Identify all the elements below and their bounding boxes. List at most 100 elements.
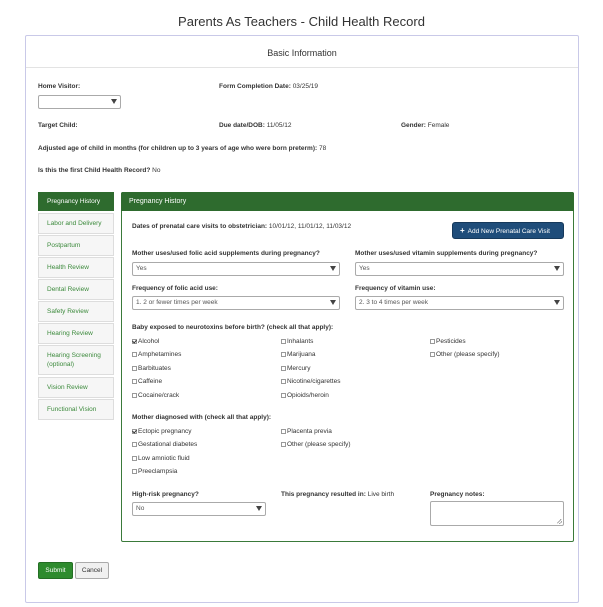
sidebar-item-safety-review[interactable]: Safety Review (38, 301, 114, 322)
first-record-label: Is this the first Child Health Record? (38, 167, 151, 174)
gender-field: Gender: Female (401, 122, 449, 129)
checkbox-diagnosed-other[interactable]: Other (please specify) (281, 441, 351, 448)
checkbox-cocaine[interactable]: Cocaine/crack (132, 392, 179, 399)
sidebar-item-hearing-review[interactable]: Hearing Review (38, 323, 114, 344)
sidebar-item-label: Hearing Review (47, 330, 93, 337)
folic-value: Yes (136, 265, 147, 272)
checkbox-label: Caffeine (138, 378, 163, 385)
checkbox-label: Low amniotic fluid (138, 455, 190, 462)
checkbox-ectopic[interactable]: Ectopic pregnancy (132, 428, 191, 435)
section-divider (26, 67, 578, 68)
due-date-field: Due date/DOB: 11/05/12 (219, 122, 292, 129)
cancel-button[interactable]: Cancel (75, 562, 109, 579)
checkbox-amphetamines[interactable]: Amphetamines (132, 351, 181, 358)
checkbox-mercury[interactable]: Mercury (281, 365, 310, 372)
checkbox-label: Inhalants (287, 338, 314, 345)
checkbox-icon (281, 429, 286, 434)
checkbox-marijuana[interactable]: Marijuana (281, 351, 316, 358)
checkbox-icon (281, 366, 286, 371)
checkbox-icon (132, 442, 137, 447)
first-record-value: No (152, 167, 161, 174)
checkbox-gestational-diabetes[interactable]: Gestational diabetes (132, 441, 197, 448)
due-date-value: 11/05/12 (266, 122, 292, 129)
checkbox-alcohol[interactable]: Alcohol (132, 338, 159, 345)
checkbox-icon (281, 339, 286, 344)
target-child-field: Target Child: (38, 122, 78, 129)
gender-label: Gender: (401, 122, 426, 129)
checkbox-placenta-previa[interactable]: Placenta previa (281, 428, 332, 435)
sidebar-item-health-review[interactable]: Health Review (38, 257, 114, 278)
checkbox-icon (281, 352, 286, 357)
chevron-down-icon (256, 506, 262, 511)
checkbox-neurotoxin-other[interactable]: Other (please specify) (430, 351, 500, 358)
prenatal-dates-label: Dates of prenatal care visits to obstetr… (132, 223, 268, 230)
add-prenatal-visit-label: Add New Prenatal Care Visit (467, 228, 550, 235)
vitamin-select[interactable]: Yes (355, 262, 564, 276)
sidebar-item-label: Hearing Screening (optional) (47, 352, 101, 368)
sidebar-item-label: Safety Review (47, 308, 89, 315)
diagnosed-label: Mother diagnosed with (check all that ap… (132, 414, 272, 421)
vitamin-label: Mother uses/used vitamin supplements dur… (355, 250, 538, 257)
checkbox-label: Gestational diabetes (138, 441, 198, 448)
checkbox-icon (132, 429, 137, 434)
pregnancy-notes-textarea[interactable] (430, 501, 564, 526)
form-completion-label: Form Completion Date: (219, 83, 291, 90)
checkbox-label: Ectopic pregnancy (138, 428, 192, 435)
checkbox-label: Other (please specify) (436, 351, 500, 358)
checkbox-label: Pesticides (436, 338, 466, 345)
checkbox-icon (430, 352, 435, 357)
checkbox-label: Nicotine/cigarettes (287, 378, 341, 385)
folic-freq-select[interactable]: 1. 2 or fewer times per week (132, 296, 340, 310)
checkbox-icon (281, 379, 286, 384)
high-risk-select[interactable]: No (132, 502, 266, 516)
gender-value: Female (427, 122, 450, 129)
chevron-down-icon (330, 300, 336, 305)
prenatal-dates-field: Dates of prenatal care visits to obstetr… (132, 223, 351, 230)
target-child-label: Target Child: (38, 122, 78, 129)
vitamin-freq-label: Frequency of vitamin use: (355, 285, 436, 292)
section-title: Basic Information (267, 48, 337, 58)
checkbox-icon (132, 366, 137, 371)
checkbox-label: Barbituates (138, 365, 171, 372)
checkbox-label: Mercury (287, 365, 311, 372)
checkbox-label: Marijuana (287, 351, 316, 358)
sidebar-item-label: Vision Review (47, 384, 88, 391)
adjusted-age-field: Adjusted age of child in months (for chi… (38, 145, 326, 152)
submit-button[interactable]: Submit (38, 562, 73, 579)
sidebar-item-dental-review[interactable]: Dental Review (38, 279, 114, 300)
checkbox-icon (281, 442, 286, 447)
checkbox-icon (281, 393, 286, 398)
checkbox-icon (430, 339, 435, 344)
checkbox-label: Cocaine/crack (138, 392, 180, 399)
checkbox-icon (132, 393, 137, 398)
resize-grip-icon[interactable] (557, 519, 562, 524)
sidebar-item-hearing-screening[interactable]: Hearing Screening (optional) (38, 345, 114, 375)
checkbox-preeclampsia[interactable]: Preeclampsia (132, 468, 177, 475)
checkbox-low-amniotic[interactable]: Low amniotic fluid (132, 455, 190, 462)
checkbox-opioids[interactable]: Opioids/heroin (281, 392, 329, 399)
prenatal-dates-value: 10/01/12, 11/01/12, 11/03/12 (268, 223, 352, 230)
home-visitor-label: Home Visitor: (38, 83, 81, 90)
add-prenatal-visit-button[interactable]: + Add New Prenatal Care Visit (452, 222, 564, 239)
folic-select[interactable]: Yes (132, 262, 340, 276)
checkbox-nicotine[interactable]: Nicotine/cigarettes (281, 378, 340, 385)
checkbox-icon (132, 469, 137, 474)
checkbox-inhalants[interactable]: Inhalants (281, 338, 313, 345)
page-title: Parents As Teachers - Child Health Recor… (178, 14, 425, 29)
checkbox-icon (132, 352, 137, 357)
sidebar-item-postpartum[interactable]: Postpartum (38, 235, 114, 256)
sidebar-item-functional-vision[interactable]: Functional Vision (38, 399, 114, 420)
sidebar-item-vision-review[interactable]: Vision Review (38, 377, 114, 398)
checkbox-caffeine[interactable]: Caffeine (132, 378, 162, 385)
sidebar-item-labor-delivery[interactable]: Labor and Delivery (38, 213, 114, 234)
form-completion-value: 03/25/19 (292, 83, 318, 90)
checkbox-label: Amphetamines (138, 351, 182, 358)
vitamin-freq-select[interactable]: 2. 3 to 4 times per week (355, 296, 564, 310)
home-visitor-select[interactable] (38, 95, 121, 109)
folic-label: Mother uses/used folic acid supplements … (132, 250, 320, 257)
sidebar-item-pregnancy-history[interactable]: Pregnancy History (38, 192, 114, 211)
notes-label: Pregnancy notes: (430, 491, 485, 498)
chevron-down-icon (554, 266, 560, 271)
checkbox-barbituates[interactable]: Barbituates (132, 365, 171, 372)
checkbox-pesticides[interactable]: Pesticides (430, 338, 466, 345)
